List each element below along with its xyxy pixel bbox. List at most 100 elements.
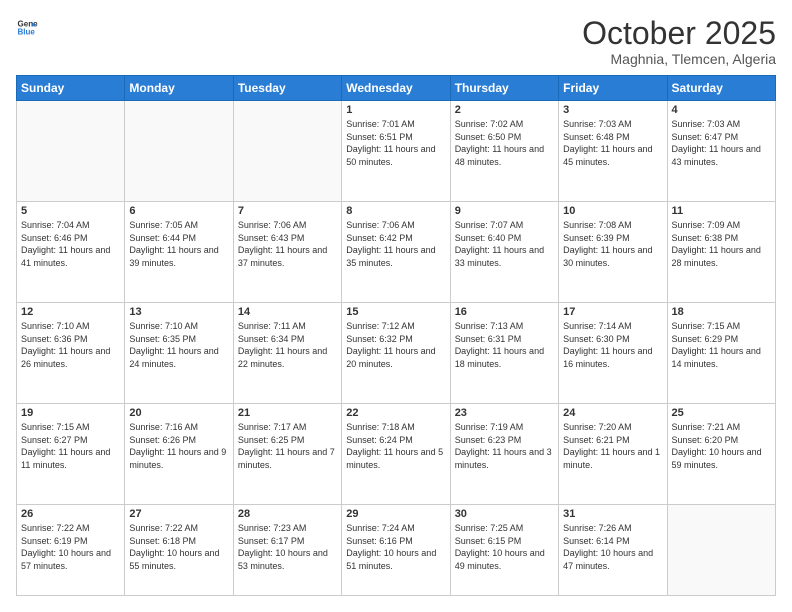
day-info: Sunrise: 7:02 AM Sunset: 6:50 PM Dayligh… [455, 118, 554, 168]
day-number: 2 [455, 104, 554, 116]
table-row: 22 Sunrise: 7:18 AM Sunset: 6:24 PM Dayli… [342, 404, 450, 505]
svg-text:Blue: Blue [17, 27, 35, 36]
table-row: 28 Sunrise: 7:23 AM Sunset: 6:17 PM Dayli… [233, 505, 341, 596]
day-number: 26 [21, 508, 120, 520]
col-wednesday: Wednesday [342, 76, 450, 101]
table-row: 30Sunrise: 7:25 AM Sunset: 6:15 PM Dayli… [450, 505, 558, 596]
day-info: Sunrise: 7:10 AM Sunset: 6:36 PM Dayligh… [21, 320, 120, 370]
day-number: 6 [129, 205, 228, 217]
day-info: Sunrise: 7:08 AM Sunset: 6:39 PM Dayligh… [563, 219, 662, 269]
table-row [125, 101, 233, 202]
day-number: 27 [129, 508, 228, 520]
table-row: 25 Sunrise: 7:21 AM Sunset: 6:20 PM Dayli… [667, 404, 775, 505]
calendar-week-row: 19 Sunrise: 7:15 AM Sunset: 6:27 PM Dayli… [17, 404, 776, 505]
col-tuesday: Tuesday [233, 76, 341, 101]
location-subtitle: Maghnia, Tlemcen, Algeria [582, 51, 776, 67]
table-row: 23 Sunrise: 7:19 AM Sunset: 6:23 PM Dayli… [450, 404, 558, 505]
title-block: October 2025 Maghnia, Tlemcen, Algeria [582, 16, 776, 67]
calendar-table: Sunday Monday Tuesday Wednesday Thursday… [16, 75, 776, 596]
calendar-week-row: 12 Sunrise: 7:10 AM Sunset: 6:36 PM Dayli… [17, 303, 776, 404]
table-row [17, 101, 125, 202]
table-row: 9 Sunrise: 7:07 AM Sunset: 6:40 PM Daylig… [450, 202, 558, 303]
table-row: 7Sunrise: 7:06 AM Sunset: 6:43 PM Daylig… [233, 202, 341, 303]
day-number: 17 [563, 306, 662, 318]
day-info: Sunrise: 7:15 AM Sunset: 6:27 PM Dayligh… [21, 421, 120, 471]
col-monday: Monday [125, 76, 233, 101]
day-info: Sunrise: 7:16 AM Sunset: 6:26 PM Dayligh… [129, 421, 228, 471]
day-info: Sunrise: 7:01 AM Sunset: 6:51 PM Dayligh… [346, 118, 445, 168]
day-info: Sunrise: 7:22 AM Sunset: 6:18 PM Dayligh… [129, 522, 228, 572]
table-row: 21Sunrise: 7:17 AM Sunset: 6:25 PM Dayli… [233, 404, 341, 505]
logo-icon: General Blue [16, 16, 38, 38]
table-row: 29 Sunrise: 7:24 AM Sunset: 6:16 PM Dayli… [342, 505, 450, 596]
day-number: 29 [346, 508, 445, 520]
table-row: 18 Sunrise: 7:15 AM Sunset: 6:29 PM Dayli… [667, 303, 775, 404]
table-row: 3Sunrise: 7:03 AM Sunset: 6:48 PM Daylig… [559, 101, 667, 202]
day-info: Sunrise: 7:15 AM Sunset: 6:29 PM Dayligh… [672, 320, 771, 370]
table-row [233, 101, 341, 202]
day-info: Sunrise: 7:11 AM Sunset: 6:34 PM Dayligh… [238, 320, 337, 370]
day-info: Sunrise: 7:12 AM Sunset: 6:32 PM Dayligh… [346, 320, 445, 370]
table-row: 4 Sunrise: 7:03 AM Sunset: 6:47 PM Daylig… [667, 101, 775, 202]
day-info: Sunrise: 7:23 AM Sunset: 6:17 PM Dayligh… [238, 522, 337, 572]
day-number: 22 [346, 407, 445, 419]
table-row [667, 505, 775, 596]
day-info: Sunrise: 7:20 AM Sunset: 6:21 PM Dayligh… [563, 421, 662, 471]
day-number: 4 [672, 104, 771, 116]
day-number: 1 [346, 104, 445, 116]
table-row: 16Sunrise: 7:13 AM Sunset: 6:31 PM Dayli… [450, 303, 558, 404]
day-info: Sunrise: 7:10 AM Sunset: 6:35 PM Dayligh… [129, 320, 228, 370]
col-saturday: Saturday [667, 76, 775, 101]
table-row: 10 Sunrise: 7:08 AM Sunset: 6:39 PM Dayli… [559, 202, 667, 303]
day-number: 13 [129, 306, 228, 318]
day-number: 25 [672, 407, 771, 419]
day-info: Sunrise: 7:26 AM Sunset: 6:14 PM Dayligh… [563, 522, 662, 572]
table-row: 26 Sunrise: 7:22 AM Sunset: 6:19 PM Dayli… [17, 505, 125, 596]
day-number: 8 [346, 205, 445, 217]
day-info: Sunrise: 7:06 AM Sunset: 6:42 PM Dayligh… [346, 219, 445, 269]
day-info: Sunrise: 7:03 AM Sunset: 6:47 PM Dayligh… [672, 118, 771, 168]
day-info: Sunrise: 7:24 AM Sunset: 6:16 PM Dayligh… [346, 522, 445, 572]
day-info: Sunrise: 7:19 AM Sunset: 6:23 PM Dayligh… [455, 421, 554, 471]
day-info: Sunrise: 7:14 AM Sunset: 6:30 PM Dayligh… [563, 320, 662, 370]
day-number: 11 [672, 205, 771, 217]
month-title: October 2025 [582, 16, 776, 51]
day-info: Sunrise: 7:07 AM Sunset: 6:40 PM Dayligh… [455, 219, 554, 269]
header: General Blue October 2025 Maghnia, Tlemc… [16, 16, 776, 67]
day-info: Sunrise: 7:25 AM Sunset: 6:15 PM Dayligh… [455, 522, 554, 572]
table-row: 17 Sunrise: 7:14 AM Sunset: 6:30 PM Dayli… [559, 303, 667, 404]
table-row: 12 Sunrise: 7:10 AM Sunset: 6:36 PM Dayli… [17, 303, 125, 404]
calendar-week-row: 26 Sunrise: 7:22 AM Sunset: 6:19 PM Dayli… [17, 505, 776, 596]
day-info: Sunrise: 7:17 AM Sunset: 6:25 PM Dayligh… [238, 421, 337, 471]
day-number: 28 [238, 508, 337, 520]
col-friday: Friday [559, 76, 667, 101]
day-info: Sunrise: 7:04 AM Sunset: 6:46 PM Dayligh… [21, 219, 120, 269]
table-row: 24Sunrise: 7:20 AM Sunset: 6:21 PM Dayli… [559, 404, 667, 505]
day-number: 31 [563, 508, 662, 520]
day-number: 23 [455, 407, 554, 419]
day-number: 15 [346, 306, 445, 318]
table-row: 31 Sunrise: 7:26 AM Sunset: 6:14 PM Dayli… [559, 505, 667, 596]
day-number: 18 [672, 306, 771, 318]
table-row: 11 Sunrise: 7:09 AM Sunset: 6:38 PM Dayli… [667, 202, 775, 303]
calendar-week-row: 5 Sunrise: 7:04 AM Sunset: 6:46 PM Daylig… [17, 202, 776, 303]
day-number: 9 [455, 205, 554, 217]
day-number: 19 [21, 407, 120, 419]
table-row: 6Sunrise: 7:05 AM Sunset: 6:44 PM Daylig… [125, 202, 233, 303]
col-thursday: Thursday [450, 76, 558, 101]
day-info: Sunrise: 7:06 AM Sunset: 6:43 PM Dayligh… [238, 219, 337, 269]
day-info: Sunrise: 7:22 AM Sunset: 6:19 PM Dayligh… [21, 522, 120, 572]
day-number: 20 [129, 407, 228, 419]
col-sunday: Sunday [17, 76, 125, 101]
calendar-header-row: Sunday Monday Tuesday Wednesday Thursday… [17, 76, 776, 101]
day-info: Sunrise: 7:21 AM Sunset: 6:20 PM Dayligh… [672, 421, 771, 471]
table-row: 2 Sunrise: 7:02 AM Sunset: 6:50 PM Daylig… [450, 101, 558, 202]
day-number: 12 [21, 306, 120, 318]
day-number: 10 [563, 205, 662, 217]
day-number: 5 [21, 205, 120, 217]
day-number: 16 [455, 306, 554, 318]
day-info: Sunrise: 7:18 AM Sunset: 6:24 PM Dayligh… [346, 421, 445, 471]
table-row: 19 Sunrise: 7:15 AM Sunset: 6:27 PM Dayli… [17, 404, 125, 505]
table-row: 13 Sunrise: 7:10 AM Sunset: 6:35 PM Dayli… [125, 303, 233, 404]
day-info: Sunrise: 7:09 AM Sunset: 6:38 PM Dayligh… [672, 219, 771, 269]
